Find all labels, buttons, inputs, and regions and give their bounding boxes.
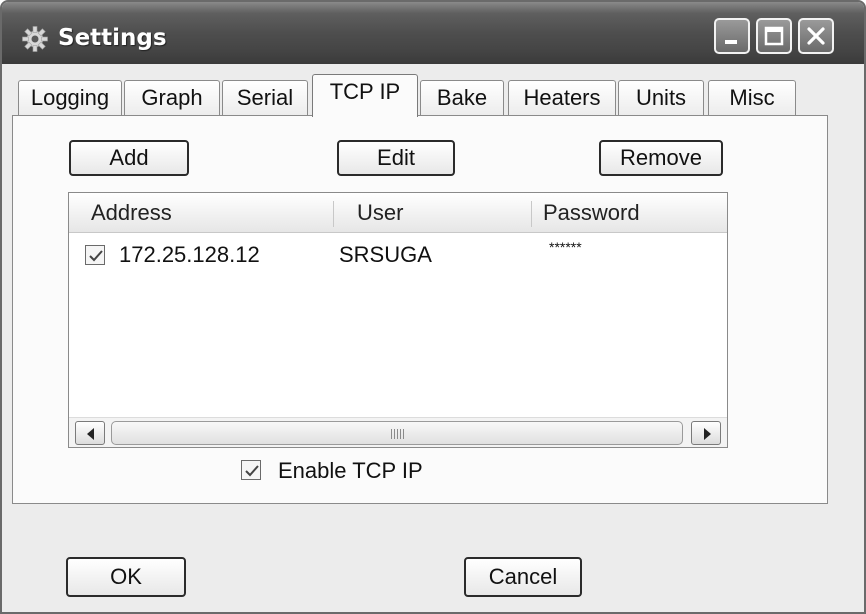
column-header-user[interactable]: User — [357, 193, 403, 233]
column-header-address[interactable]: Address — [91, 193, 172, 233]
list-header: Address User Password — [69, 193, 727, 233]
tab-misc[interactable]: Misc — [708, 80, 796, 116]
cell-address: 172.25.128.12 — [119, 242, 260, 267]
horizontal-scrollbar[interactable] — [69, 417, 727, 447]
tab-serial[interactable]: Serial — [222, 80, 308, 116]
address-list[interactable]: Address User Password 172.25.128.12 SRSU… — [68, 192, 728, 448]
scroll-left-button[interactable] — [75, 421, 105, 445]
cell-user: SRSUGA — [339, 242, 432, 267]
arrow-right-icon — [704, 428, 711, 440]
column-divider[interactable] — [531, 201, 532, 227]
grip-line — [394, 429, 395, 439]
enable-tcp-ip-checkbox[interactable] — [241, 460, 261, 480]
close-button[interactable] — [798, 18, 834, 54]
window-title: Settings — [58, 25, 167, 51]
grip-line — [403, 429, 404, 439]
arrow-left-icon — [87, 428, 94, 440]
row-enabled-checkbox[interactable] — [85, 245, 105, 265]
grip-line — [391, 429, 392, 439]
gear-icon — [22, 26, 48, 52]
remove-button[interactable]: Remove — [599, 140, 723, 176]
tcp-ip-tab-page: Add Edit Remove Address User Password 17… — [12, 115, 828, 504]
add-button[interactable]: Add — [69, 140, 189, 176]
tab-strip: Logging Graph Serial TCP IP Bake Heaters… — [12, 74, 832, 117]
scroll-right-button[interactable] — [691, 421, 721, 445]
enable-tcp-ip-label[interactable]: Enable TCP IP — [278, 456, 423, 486]
tab-bake[interactable]: Bake — [420, 80, 504, 116]
column-divider[interactable] — [333, 201, 334, 227]
checkmark-icon — [89, 250, 103, 262]
ok-button[interactable]: OK — [66, 557, 186, 597]
tab-heaters[interactable]: Heaters — [508, 80, 616, 116]
settings-window: Settings Logging Graph Serial TCP IP Bak… — [0, 0, 866, 614]
grip-line — [397, 429, 398, 439]
table-row[interactable]: 172.25.128.12 SRSUGA ****** — [69, 235, 727, 275]
tab-units[interactable]: Units — [618, 80, 704, 116]
close-icon — [807, 27, 825, 45]
maximize-icon — [764, 26, 784, 46]
minimize-icon — [725, 40, 737, 44]
tab-logging[interactable]: Logging — [18, 80, 122, 116]
grip-line — [400, 429, 401, 439]
cell-password: ****** — [549, 239, 582, 255]
minimize-button[interactable] — [714, 18, 750, 54]
scrollbar-thumb[interactable] — [111, 421, 683, 445]
tab-graph[interactable]: Graph — [124, 80, 220, 116]
tab-tcp-ip[interactable]: TCP IP — [312, 74, 418, 117]
maximize-button[interactable] — [756, 18, 792, 54]
checkmark-icon — [245, 465, 259, 477]
cancel-button[interactable]: Cancel — [464, 557, 582, 597]
edit-button[interactable]: Edit — [337, 140, 455, 176]
title-bar[interactable]: Settings — [2, 2, 864, 64]
